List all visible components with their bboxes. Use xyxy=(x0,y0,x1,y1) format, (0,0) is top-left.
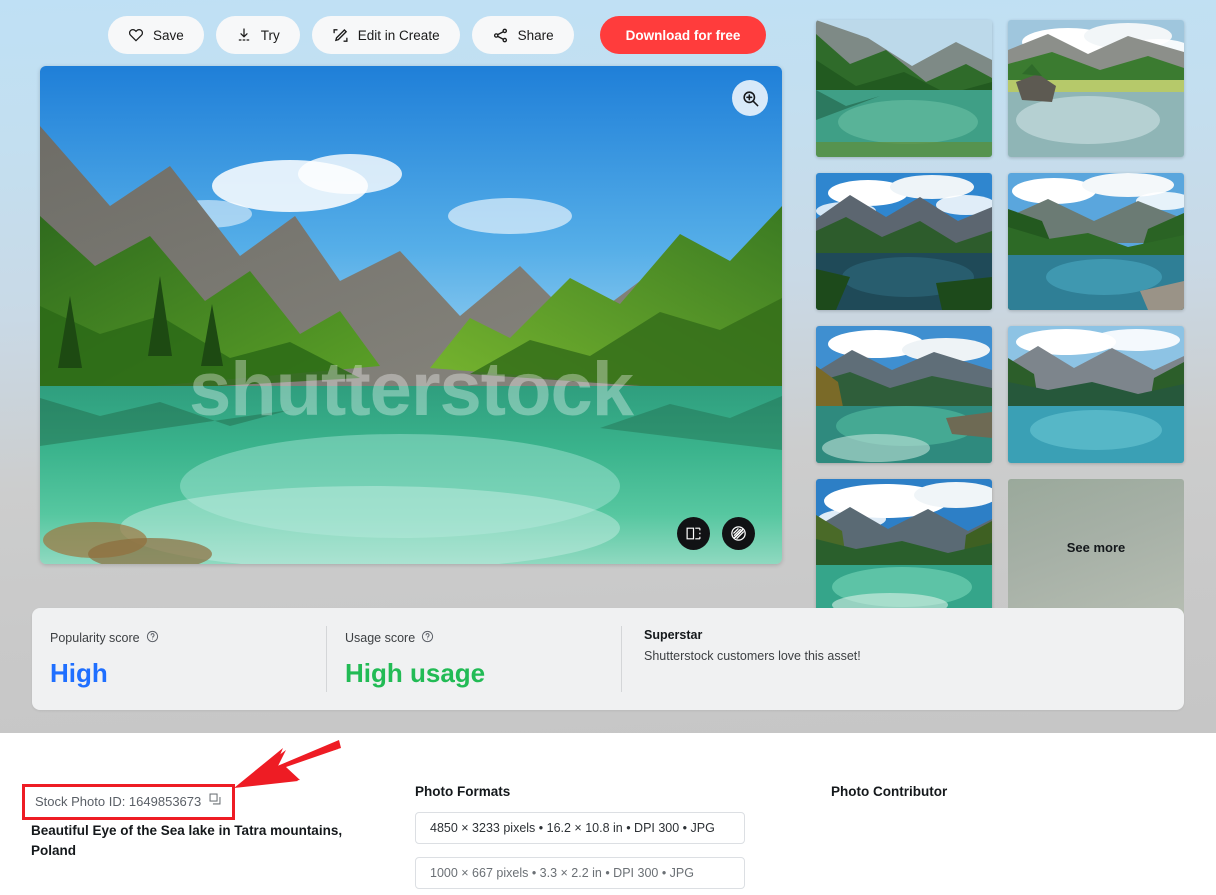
photo-formats-column: Photo Formats 4850 × 3233 pixels • 16.2 … xyxy=(415,784,745,889)
crop-expand-icon[interactable] xyxy=(677,517,710,550)
copy-icon[interactable] xyxy=(208,792,222,811)
related-thumbnails: See more xyxy=(816,20,1184,616)
photo-title: Beautiful Eye of the Sea lake in Tatra m… xyxy=(31,823,343,859)
thumbnail-image xyxy=(1008,326,1184,463)
download-try-icon xyxy=(236,27,252,43)
main-photo[interactable]: shutterstock xyxy=(40,66,782,564)
save-label: Save xyxy=(153,27,184,43)
edit-in-create-label: Edit in Create xyxy=(357,27,440,43)
superstar-badge-cell: Superstar Shutterstock customers love th… xyxy=(621,608,1184,710)
format-option-row[interactable]: 4850 × 3233 pixels • 16.2 × 10.8 in • DP… xyxy=(415,812,745,844)
popularity-score-cell: Popularity score High xyxy=(32,608,327,710)
stock-photo-id-label: Stock Photo ID: 1649853673 xyxy=(35,794,202,809)
stock-photo-id-box[interactable]: Stock Photo ID: 1649853673 xyxy=(22,784,236,820)
question-circle-icon[interactable] xyxy=(421,630,434,646)
thumbnail-item[interactable] xyxy=(1008,20,1184,157)
thumbnail-image xyxy=(1008,20,1184,157)
usage-score-label: Usage score xyxy=(345,630,622,646)
superstar-subtitle: Shutterstock customers love this asset! xyxy=(644,649,861,663)
share-nodes-icon xyxy=(492,27,509,44)
superstar-title: Superstar xyxy=(644,628,703,642)
usage-score-label-text: Usage score xyxy=(345,631,416,645)
usage-score-cell: Usage score High usage xyxy=(326,608,622,710)
thumbnail-image xyxy=(816,20,992,157)
hero-section: Save Try Edit in Create Share Download f… xyxy=(0,0,1216,733)
thumbnail-item[interactable] xyxy=(816,20,992,157)
score-panel: Popularity score High Usage score High u… xyxy=(32,608,1184,710)
edit-pencil-icon xyxy=(332,27,349,44)
thumbnail-item[interactable] xyxy=(816,326,992,463)
save-button[interactable]: Save xyxy=(108,16,204,54)
question-circle-icon[interactable] xyxy=(146,630,159,646)
popularity-score-label: Popularity score xyxy=(50,630,327,646)
photo-contributor-heading: Photo Contributor xyxy=(831,784,948,799)
thumbnail-item[interactable] xyxy=(1008,326,1184,463)
usage-score-value: High usage xyxy=(345,658,486,688)
thumbnail-image xyxy=(816,479,992,616)
share-button[interactable]: Share xyxy=(471,16,574,54)
popularity-score-value: High xyxy=(50,658,108,688)
thumbnail-image xyxy=(816,326,992,463)
format-option-row[interactable]: 1000 × 667 pixels • 3.3 × 2.2 in • DPI 3… xyxy=(415,857,745,889)
popularity-score-label-text: Popularity score xyxy=(50,631,140,645)
edit-in-create-button[interactable]: Edit in Create xyxy=(311,16,460,54)
thumbnail-item[interactable] xyxy=(816,173,992,310)
try-label: Try xyxy=(260,27,280,43)
magnifier-plus-icon[interactable] xyxy=(732,80,768,116)
photo-contributor-column: Photo Contributor xyxy=(831,784,1131,799)
photo-formats-heading: Photo Formats xyxy=(415,784,511,799)
thumbnail-item[interactable] xyxy=(816,479,992,616)
see-more-tile[interactable]: See more xyxy=(1008,479,1184,616)
try-button[interactable]: Try xyxy=(215,16,300,54)
thumbnail-image xyxy=(1008,173,1184,310)
share-label: Share xyxy=(517,27,554,43)
thumbnail-item[interactable] xyxy=(1008,173,1184,310)
no-watermark-icon[interactable] xyxy=(722,517,755,550)
main-photo-image xyxy=(40,66,782,564)
photo-overlay-buttons xyxy=(677,517,755,550)
download-for-free-button[interactable]: Download for free xyxy=(599,16,767,54)
action-bar: Save Try Edit in Create Share Download f… xyxy=(108,16,767,54)
heart-icon xyxy=(128,27,144,43)
details-section: Stock Photo ID: 1649853673 Beautiful Eye… xyxy=(0,733,1216,895)
thumbnail-image xyxy=(816,173,992,310)
annotation-arrow-icon xyxy=(234,740,341,788)
